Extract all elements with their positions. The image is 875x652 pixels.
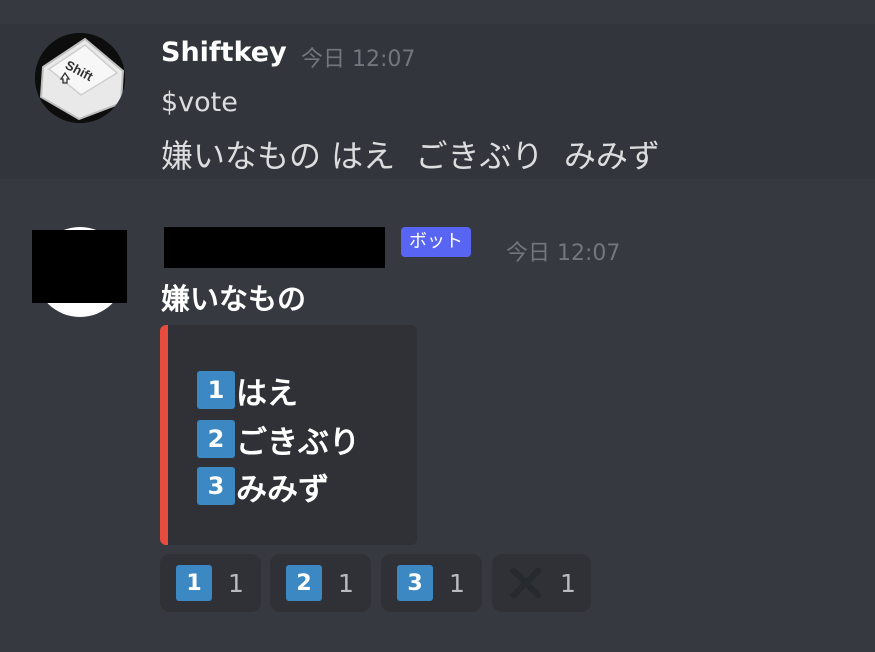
reaction-count: 1 [338, 568, 354, 598]
message-title: 嫌いなもの [161, 282, 307, 316]
reaction-1[interactable]: 1 1 [160, 554, 261, 612]
timestamp[interactable]: 今日 12:07 [506, 235, 620, 267]
reaction-2[interactable]: 2 1 [270, 554, 371, 612]
embed-option: 1 はえ [197, 370, 298, 412]
keycap-1-icon: 1 [197, 371, 235, 409]
embed-option: 2 ごきぶり [197, 419, 360, 461]
username[interactable]: Shiftkey [161, 37, 287, 68]
reaction-3[interactable]: 3 1 [381, 554, 482, 612]
option-label: ごきぶり [236, 424, 360, 461]
reaction-x[interactable]: 1 [492, 554, 591, 612]
option-label: みみず [236, 471, 329, 508]
message-line: 嫌いなもの はえ ごきぶり みみず [161, 137, 660, 175]
bot-tag: ボット [401, 227, 471, 257]
keycap-1-icon: 1 [176, 565, 212, 601]
x-icon [508, 565, 544, 601]
redacted-avatar-block [32, 230, 127, 303]
message-line: $vote [161, 87, 238, 118]
keycap-2-icon: 2 [286, 565, 322, 601]
keycap-3-icon: 3 [197, 467, 235, 505]
embed-option: 3 みみず [197, 466, 329, 508]
option-label: はえ [236, 375, 298, 412]
reaction-count: 1 [449, 568, 465, 598]
keycap-3-icon: 3 [397, 565, 433, 601]
keycap-2-icon: 2 [197, 420, 235, 458]
avatar[interactable]: Shift [35, 33, 125, 123]
message-bot: ボット 今日 12:07 嫌いなもの 1 はえ 2 ごきぶり 3 みみず 1 1… [0, 179, 875, 652]
reaction-count: 1 [560, 568, 576, 598]
poll-embed: 1 はえ 2 ごきぶり 3 みみず [160, 325, 417, 545]
embed-accent-bar [160, 325, 168, 545]
timestamp[interactable]: 今日 12:07 [301, 41, 415, 73]
message-shiftkey: Shift Shiftkey 今日 12:07 $vote 嫌いなもの はえ ご… [0, 24, 875, 179]
reaction-count: 1 [228, 568, 244, 598]
redacted-username[interactable] [164, 227, 385, 268]
shift-key-icon: Shift [35, 33, 125, 123]
